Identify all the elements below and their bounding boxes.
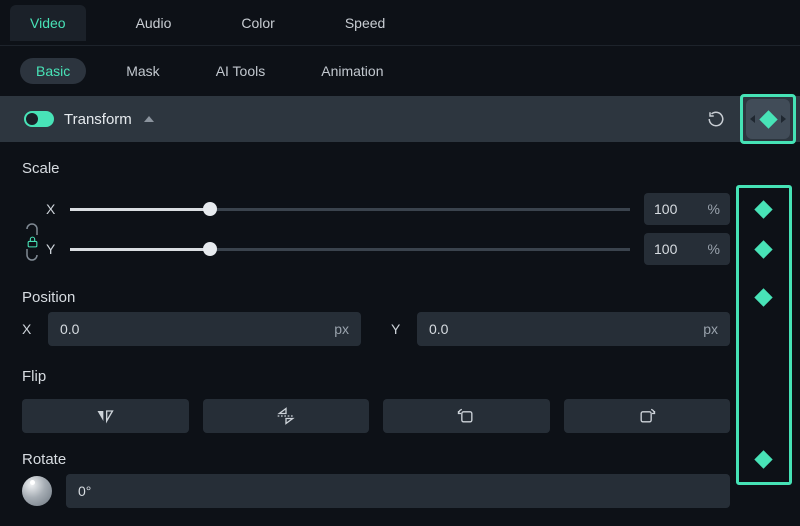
scale-y-slider[interactable] bbox=[70, 248, 630, 251]
transform-keyframe-button[interactable] bbox=[746, 99, 790, 139]
link-top-arc-icon bbox=[25, 223, 39, 235]
keyframe-diamond-icon bbox=[759, 110, 777, 128]
flip-vertical-button[interactable] bbox=[203, 399, 370, 433]
rotate-ccw-icon bbox=[456, 406, 476, 426]
flip-horizontal-icon bbox=[95, 407, 115, 425]
transform-title: Transform bbox=[64, 111, 132, 128]
rotate-dial[interactable] bbox=[22, 476, 52, 506]
scale-x-value[interactable]: 100% bbox=[644, 193, 730, 225]
subtab-basic[interactable]: Basic bbox=[20, 58, 86, 84]
collapse-icon[interactable] bbox=[144, 116, 154, 122]
tab-color[interactable]: Color bbox=[221, 5, 294, 41]
scale-y-label: Y bbox=[46, 241, 60, 257]
tab-video[interactable]: Video bbox=[10, 5, 86, 41]
position-keyframe-button[interactable] bbox=[748, 291, 778, 304]
reset-button[interactable] bbox=[701, 104, 731, 134]
scale-x-slider[interactable] bbox=[70, 208, 630, 211]
tab-audio[interactable]: Audio bbox=[116, 5, 192, 41]
keyframe-diamond-icon bbox=[754, 450, 772, 468]
scale-y-value[interactable]: 100% bbox=[644, 233, 730, 265]
flip-vertical-icon bbox=[276, 406, 296, 426]
scale-y-keyframe-button[interactable] bbox=[748, 243, 778, 256]
main-tabs: Video Audio Color Speed bbox=[0, 0, 800, 46]
prev-keyframe-icon bbox=[750, 115, 755, 123]
rotate-label: Rotate bbox=[22, 451, 730, 468]
keyframe-diamond-icon bbox=[754, 200, 772, 218]
reset-icon bbox=[707, 110, 725, 128]
flip-horizontal-button[interactable] bbox=[22, 399, 189, 433]
next-keyframe-icon bbox=[781, 115, 786, 123]
keyframe-diamond-icon bbox=[754, 240, 772, 258]
subtab-mask[interactable]: Mask bbox=[110, 58, 175, 84]
lock-icon bbox=[26, 235, 39, 249]
position-x-label: X bbox=[22, 321, 36, 337]
rotate-ccw-button[interactable] bbox=[383, 399, 550, 433]
position-y-input[interactable]: 0.0px bbox=[417, 312, 730, 346]
rotate-keyframe-button[interactable] bbox=[748, 453, 778, 466]
rotate-input[interactable]: 0° bbox=[66, 474, 730, 508]
sub-tabs: Basic Mask AI Tools Animation bbox=[0, 46, 800, 96]
position-y-label: Y bbox=[391, 321, 405, 337]
scale-label: Scale bbox=[22, 160, 778, 177]
scale-x-keyframe-button[interactable] bbox=[748, 203, 778, 216]
transform-header: Transform bbox=[0, 96, 800, 142]
position-x-input[interactable]: 0.0px bbox=[48, 312, 361, 346]
rotate-cw-button[interactable] bbox=[564, 399, 731, 433]
position-label: Position bbox=[22, 289, 730, 306]
rotate-cw-icon bbox=[637, 406, 657, 426]
transform-toggle[interactable] bbox=[24, 111, 54, 127]
link-bottom-arc-icon bbox=[25, 249, 39, 261]
subtab-animation[interactable]: Animation bbox=[305, 58, 399, 84]
subtab-ai-tools[interactable]: AI Tools bbox=[200, 58, 282, 84]
tab-speed[interactable]: Speed bbox=[325, 5, 405, 41]
keyframe-diamond-icon bbox=[754, 288, 772, 306]
scale-lock-button[interactable] bbox=[25, 223, 39, 261]
scale-x-label: X bbox=[46, 201, 60, 217]
flip-label: Flip bbox=[22, 368, 778, 385]
